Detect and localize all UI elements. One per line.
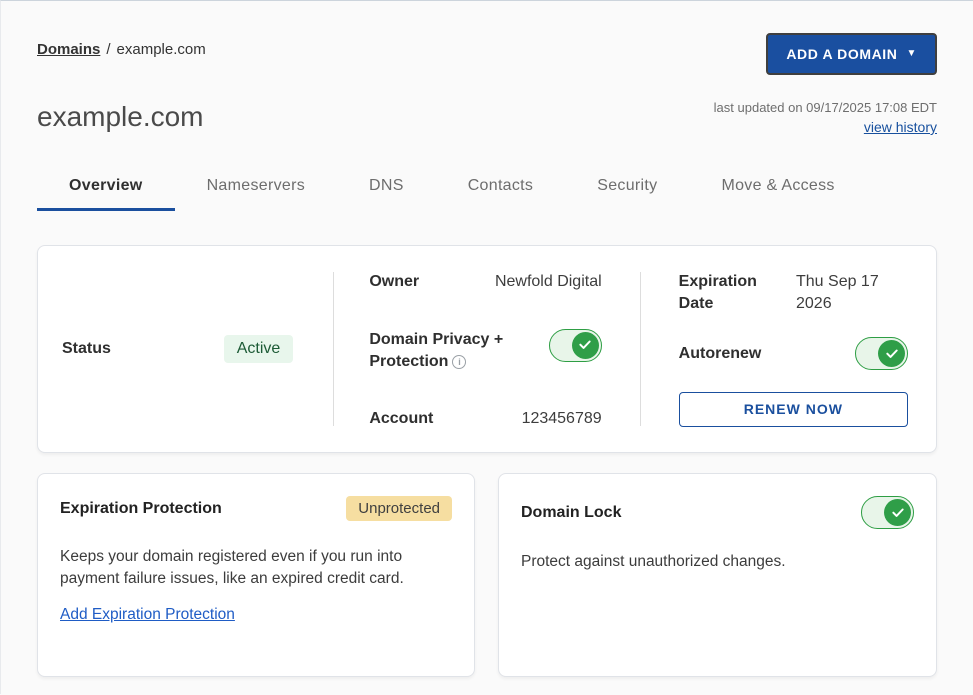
owner-value: Newfold Digital (495, 271, 602, 293)
privacy-row: Domain Privacy + Protectioni (369, 329, 601, 373)
chevron-down-icon: ▼ (907, 49, 918, 59)
privacy-label: Domain Privacy + Protectioni (369, 329, 529, 373)
check-icon (884, 499, 911, 526)
domain-lock-description: Protect against unauthorized changes. (521, 551, 914, 573)
check-icon (878, 340, 905, 367)
tab-contacts[interactable]: Contacts (436, 165, 566, 211)
bottom-cards: Expiration Protection Unprotected Keeps … (37, 473, 937, 677)
domain-privacy-toggle[interactable] (549, 329, 602, 362)
owner-label: Owner (369, 271, 419, 293)
tab-security[interactable]: Security (565, 165, 689, 211)
autorenew-row: Autorenew (679, 337, 908, 370)
expiration-protection-card: Expiration Protection Unprotected Keeps … (37, 473, 475, 677)
tab-bar: Overview Nameservers DNS Contacts Securi… (37, 165, 937, 211)
ownership-section: Owner Newfold Digital Domain Privacy + P… (334, 246, 639, 452)
status-section: Status Active (38, 246, 333, 452)
status-badge: Active (224, 335, 294, 363)
domain-detail-page: Domains / example.com ADD A DOMAIN ▼ examp… (1, 1, 973, 695)
account-row: Account 123456789 (369, 408, 601, 430)
renew-now-button[interactable]: RENEW NOW (679, 392, 908, 427)
tab-dns[interactable]: DNS (337, 165, 436, 211)
expiration-protection-title: Expiration Protection (60, 500, 222, 518)
expiration-label: Expiration Date (679, 271, 791, 315)
domain-lock-title: Domain Lock (521, 504, 621, 522)
domain-lock-card: Domain Lock Protect against unauthorized… (498, 473, 937, 677)
breadcrumb-separator: / (106, 41, 110, 58)
check-icon (572, 332, 599, 359)
overview-card: Status Active Owner Newfold Digital Doma… (37, 245, 937, 453)
add-expiration-protection-link[interactable]: Add Expiration Protection (60, 606, 235, 624)
info-icon[interactable]: i (452, 355, 466, 369)
domain-lock-header: Domain Lock (521, 496, 914, 529)
domain-lock-toggle[interactable] (861, 496, 914, 529)
header: Domains / example.com ADD A DOMAIN ▼ (37, 33, 937, 75)
page-title: example.com (37, 97, 204, 137)
account-value: 123456789 (522, 408, 602, 430)
autorenew-label: Autorenew (679, 343, 762, 365)
add-domain-button[interactable]: ADD A DOMAIN ▼ (766, 33, 937, 75)
renewal-section: Expiration Date Thu Sep 17 2026 Autorene… (641, 246, 936, 452)
owner-row: Owner Newfold Digital (369, 271, 601, 293)
updated-block: last updated on 09/17/2025 17:08 EDT vie… (714, 100, 937, 137)
autorenew-toggle[interactable] (855, 337, 908, 370)
title-row: example.com last updated on 09/17/2025 1… (37, 97, 937, 137)
tab-nameservers[interactable]: Nameservers (175, 165, 337, 211)
breadcrumb: Domains / example.com (37, 41, 206, 58)
expiration-value: Thu Sep 17 2026 (796, 271, 908, 315)
tab-move-access[interactable]: Move & Access (689, 165, 866, 211)
add-domain-button-label: ADD A DOMAIN (786, 46, 897, 62)
expiration-protection-description: Keeps your domain registered even if you… (60, 546, 452, 590)
tab-overview[interactable]: Overview (37, 165, 175, 211)
breadcrumb-current: example.com (117, 41, 206, 58)
expiration-protection-header: Expiration Protection Unprotected (60, 496, 452, 521)
expiration-row: Expiration Date Thu Sep 17 2026 (679, 271, 908, 315)
status-label: Status (62, 338, 111, 360)
last-updated-text: last updated on 09/17/2025 17:08 EDT (714, 100, 937, 115)
view-history-link[interactable]: view history (864, 119, 937, 135)
unprotected-badge: Unprotected (346, 496, 452, 521)
breadcrumb-domains-link[interactable]: Domains (37, 41, 100, 58)
account-label: Account (369, 408, 433, 430)
